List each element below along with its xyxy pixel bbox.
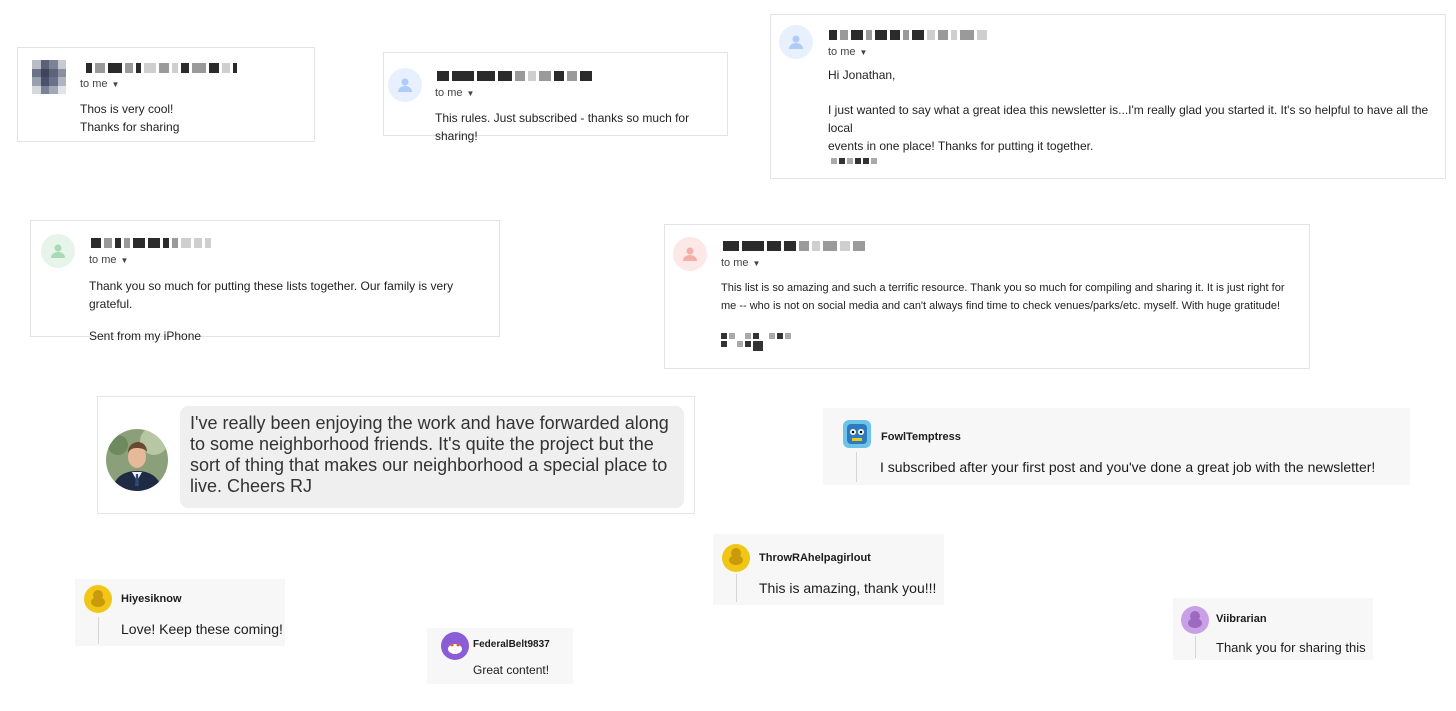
body-line: events in one place! Thanks for putting …	[828, 139, 1094, 153]
sender-name-redacted	[437, 70, 592, 82]
recipient-to-me[interactable]: to me ▼	[80, 78, 119, 90]
thread-line[interactable]	[98, 617, 99, 644]
reddit-comment-1[interactable]: FowlTemptress I subscribed after your fi…	[823, 408, 1410, 485]
reddit-username[interactable]: Hiyesiknow	[121, 593, 182, 605]
reddit-snoo-icon	[84, 585, 112, 613]
caret-down-icon[interactable]: ▼	[112, 80, 120, 89]
sender-name-redacted	[723, 240, 865, 252]
bubble-line: live. Cheers RJ	[190, 476, 313, 496]
body-line: This list is so amazing and such a terri…	[721, 282, 1285, 294]
email-card-5[interactable]: to me ▼ This list is so amazing and such …	[664, 224, 1310, 369]
profile-photo	[106, 429, 168, 491]
email-body: Thos is very cool! Thanks for sharing	[80, 100, 179, 136]
email-footer: Sent from my iPhone	[89, 329, 202, 343]
sender-name-redacted	[829, 29, 987, 41]
person-icon	[673, 237, 707, 271]
greeting: Hi Jonathan,	[828, 68, 896, 82]
email-body: This list is so amazing and such a terri…	[721, 279, 1284, 315]
signature-redacted	[721, 333, 801, 351]
reddit-comment-text: This is amazing, thank you!!!	[759, 580, 937, 596]
reddit-username[interactable]: FederalBelt9837	[473, 639, 550, 650]
reddit-snoo-icon	[722, 544, 750, 572]
body-line: Thank you so much for putting these list…	[89, 279, 454, 311]
body-line: me -- who is not on social media and can…	[721, 300, 1281, 312]
email-card-2[interactable]: to me ▼ This rules. Just subscribed - tha…	[383, 52, 728, 143]
person-icon	[388, 68, 422, 102]
message-card: I've really been enjoying the work and h…	[97, 396, 695, 514]
signature-redacted	[831, 158, 877, 164]
message-bubble: I've really been enjoying the work and h…	[180, 406, 684, 508]
reddit-comment-text: I subscribed after your first post and y…	[880, 459, 1376, 475]
reddit-comment-text: Great content!	[473, 663, 550, 677]
bubble-line: sort of thing that makes our neighborhoo…	[190, 455, 668, 475]
sender-name-redacted	[86, 62, 237, 74]
to-me-label: to me	[80, 78, 108, 90]
bubble-line: to some neighborhood friends. It's quite…	[190, 434, 654, 454]
to-me-label: to me	[435, 87, 463, 99]
person-icon	[779, 25, 813, 59]
reddit-username[interactable]: ThrowRAhelpagirlout	[759, 552, 871, 564]
reddit-comment-5[interactable]: Viibrarian Thank you for sharing this	[1173, 598, 1373, 660]
recipient-to-me[interactable]: to me ▼	[89, 254, 128, 266]
caret-down-icon[interactable]: ▼	[753, 259, 761, 268]
email-card-4[interactable]: to me ▼ Thank you so much for putting the…	[30, 220, 500, 343]
body-line: Thos is very cool!	[80, 102, 174, 116]
body-line: This rules. Just subscribed - thanks so …	[435, 111, 690, 143]
reddit-snoo-icon	[441, 632, 469, 660]
thread-line[interactable]	[856, 452, 857, 482]
bubble-line: I've really been enjoying the work and h…	[190, 413, 669, 433]
to-me-label: to me	[721, 257, 749, 269]
recipient-to-me[interactable]: to me ▼	[435, 87, 474, 99]
body-line: Thanks for sharing	[80, 120, 180, 134]
email-card-3[interactable]: to me ▼ Hi Jonathan, I just wanted to say…	[770, 14, 1446, 179]
thread-line[interactable]	[1195, 636, 1196, 658]
person-icon	[41, 234, 75, 268]
reddit-comment-3[interactable]: Hiyesiknow Love! Keep these coming!	[75, 579, 285, 646]
body-line: I just wanted to say what a great idea t…	[828, 103, 1429, 135]
email-body: Hi Jonathan, I just wanted to say what a…	[828, 66, 1445, 155]
recipient-to-me[interactable]: to me ▼	[721, 257, 760, 269]
caret-down-icon[interactable]: ▼	[860, 48, 868, 57]
recipient-to-me[interactable]: to me ▼	[828, 46, 867, 58]
thread-line[interactable]	[736, 574, 737, 602]
reddit-username[interactable]: Viibrarian	[1216, 613, 1267, 625]
reddit-comment-4[interactable]: FederalBelt9837 Great content!	[427, 628, 573, 684]
sender-avatar-pixelated	[32, 60, 66, 94]
caret-down-icon[interactable]: ▼	[467, 89, 475, 98]
sender-name-redacted	[91, 237, 211, 249]
reddit-snoo-icon	[843, 420, 871, 448]
reddit-comment-text: Love! Keep these coming!	[121, 621, 283, 637]
to-me-label: to me	[828, 46, 856, 58]
caret-down-icon[interactable]: ▼	[121, 256, 129, 265]
email-body: This rules. Just subscribed - thanks so …	[435, 109, 727, 145]
email-body: Thank you so much for putting these list…	[89, 277, 499, 345]
email-card-1[interactable]: to me ▼ Thos is very cool! Thanks for sha…	[17, 47, 315, 142]
to-me-label: to me	[89, 254, 117, 266]
reddit-comment-text: Thank you for sharing this	[1216, 640, 1366, 655]
reddit-snoo-icon	[1181, 606, 1209, 634]
reddit-comment-2[interactable]: ThrowRAhelpagirlout This is amazing, tha…	[713, 534, 944, 605]
reddit-username[interactable]: FowlTemptress	[881, 431, 961, 443]
